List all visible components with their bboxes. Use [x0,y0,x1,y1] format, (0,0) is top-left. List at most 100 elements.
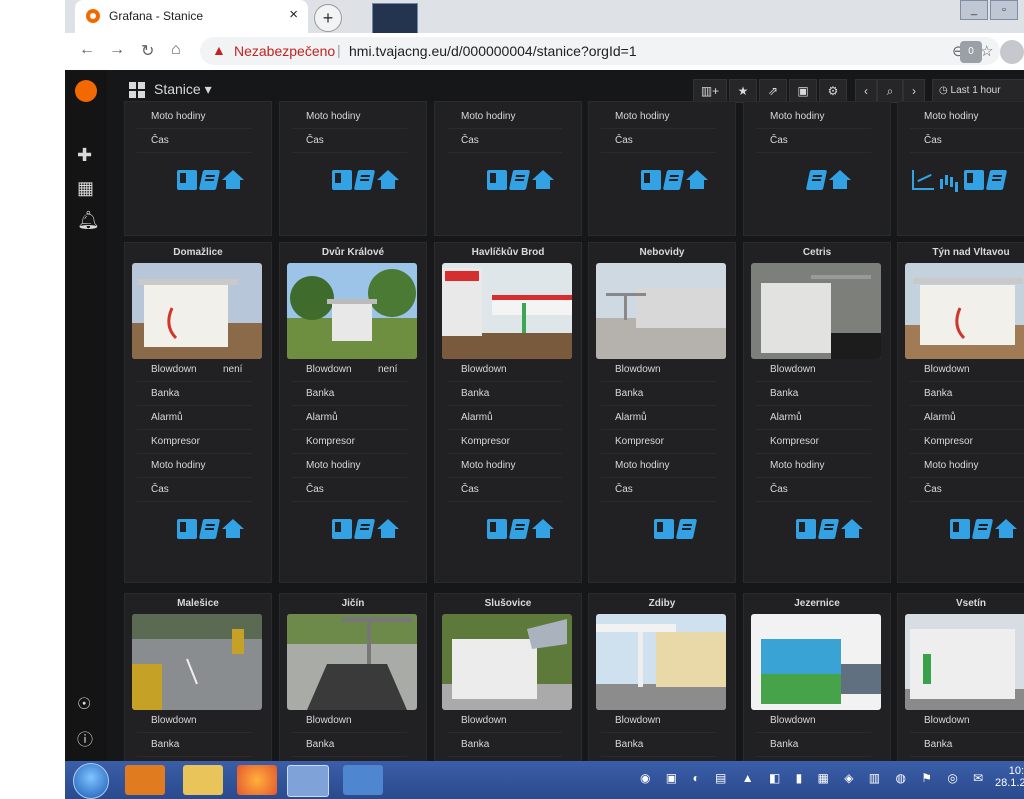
taskbar-clock[interactable]: 10: 28.1.2 [995,765,1024,789]
book-icon[interactable] [640,170,661,190]
row-label: Kompresor [615,436,664,447]
share-button[interactable]: ⇗ [759,79,787,103]
mail-icon[interactable] [343,765,383,795]
book-icon[interactable] [176,519,197,539]
url-text[interactable]: hmi.tvajacng.eu/d/000000004/stanice?orgI… [349,43,637,59]
table-row: Moto hodiny [756,106,871,129]
start-button[interactable] [73,763,109,799]
bar-chart-icon[interactable] [938,170,960,190]
document-icon[interactable] [508,170,530,190]
row-label: Kompresor [306,436,355,447]
home-icon[interactable] [994,519,1017,539]
table-row: Alarmů [910,407,1024,430]
document-icon[interactable] [508,519,530,539]
table-row: Čas [137,130,252,153]
table-row: Blowdown [292,710,407,733]
document-icon[interactable] [805,170,827,190]
table-row: Banka [756,734,871,757]
restore-icon[interactable]: ▫ [990,0,1018,20]
document-icon[interactable] [675,519,697,539]
new-tab-button[interactable]: + [314,4,342,32]
panel-link-icons [125,170,271,190]
address-bar[interactable]: ▲ Nezabezpečeno | hmi.tvajacng.eu/d/0000… [200,37,1000,65]
station-panel-dvur-kralove: Dvůr Králové Blowdown není Banka Alarmů K… [279,242,427,583]
tab-close-icon[interactable]: × [289,6,298,23]
firefox-icon[interactable] [237,765,277,795]
grafana-logo-icon[interactable] [75,80,97,102]
book-icon[interactable] [949,519,970,539]
time-range-picker[interactable]: ◷ Last 1 hour [932,79,1024,103]
row-label: Čas [924,484,942,495]
dashboard-title[interactable]: Stanice ▾ [154,81,212,98]
home-icon[interactable] [840,519,863,539]
time-forward-button[interactable]: › [903,79,925,103]
help-icon[interactable]: ⓘ [77,726,93,750]
star-button[interactable]: ★ [729,79,757,103]
dashboards-icon[interactable]: ▦ [77,178,94,199]
table-row: Banka [292,383,407,406]
url-separator: | [337,42,341,58]
book-icon[interactable] [795,519,816,539]
time-back-button[interactable]: ‹ [855,79,877,103]
table-row: Moto hodiny [292,106,407,129]
book-icon[interactable] [964,170,984,190]
home-icon[interactable] [685,170,708,190]
station-panel: Moto hodiny Čas [434,101,582,236]
row-label: Banka [461,388,490,399]
document-icon[interactable] [198,170,220,190]
forward-arrow-icon[interactable]: → [109,41,125,59]
home-icon[interactable] [221,170,244,190]
settings-gear-button[interactable]: ⚙ [819,79,847,103]
browser-tab-grafana[interactable]: Grafana - Stanice × [75,0,308,33]
document-icon[interactable] [985,170,1008,190]
book-icon[interactable] [331,519,352,539]
profile-avatar[interactable] [1000,40,1024,64]
row-label: Banka [615,388,644,399]
plus-icon[interactable]: ✚ [77,145,92,166]
station-panel-nebovidy: Nebovidy Blowdown Banka Alarmů Kompresor… [588,242,736,583]
table-row: Banka [601,734,716,757]
station-panel-malesice: Malešice Blowdown Banka [124,593,272,761]
bell-icon[interactable]: 🔔︎ [77,210,100,231]
row-label: Banka [151,739,180,750]
document-icon[interactable] [353,170,375,190]
extension-badge-icon[interactable]: 0 [960,41,982,63]
book-icon[interactable] [486,519,507,539]
document-icon[interactable] [662,170,684,190]
book-icon[interactable] [176,170,197,190]
home-icon[interactable] [376,170,399,190]
file-explorer-icon[interactable] [183,765,223,795]
document-icon[interactable] [198,519,220,539]
reload-icon[interactable]: ↻ [141,41,154,61]
back-arrow-icon[interactable]: ← [79,41,95,59]
grafana-dashboard: Stanice ▾ ▥+ ★ ⇗ ▣ ⚙ ‹ ⌕ › ◷ Last 1 hour… [107,70,1024,761]
table-row: Kompresor [756,431,871,454]
add-panel-button[interactable]: ▥+ [693,79,727,103]
station-photo [442,614,572,710]
document-icon[interactable] [817,519,839,539]
home-icon[interactable] [221,519,244,539]
home-icon[interactable] [376,519,399,539]
home-icon[interactable] [531,170,554,190]
chrome-icon[interactable] [287,765,329,797]
document-icon[interactable] [971,519,993,539]
panel-title: Slušovice [484,598,532,609]
user-network-icon[interactable]: ☉ [77,694,91,714]
book-icon[interactable] [331,170,352,190]
home-icon[interactable] [531,519,554,539]
bookmark-star-icon[interactable]: ☆ [980,42,993,60]
minimize-icon[interactable]: _ [960,0,988,20]
row-label: Čas [306,135,324,146]
time-zoom-button[interactable]: ⌕ [877,79,903,103]
book-icon[interactable] [653,519,674,539]
document-icon[interactable] [353,519,375,539]
media-player-icon[interactable] [125,765,165,795]
book-icon[interactable] [486,170,507,190]
line-chart-icon[interactable] [912,170,934,190]
home-icon[interactable]: ⌂ [171,41,181,59]
table-row: Čas [447,479,562,502]
home-icon[interactable] [828,170,851,190]
system-tray-icons[interactable]: ◉ ▣ ◐ ▤ ▲ ◧ ▮ ▦ ◈ ▥ ◍ ⚑ ◎ ✉ [640,771,989,785]
save-button[interactable]: ▣ [789,79,817,103]
panel-title: Domažlice [173,247,223,258]
